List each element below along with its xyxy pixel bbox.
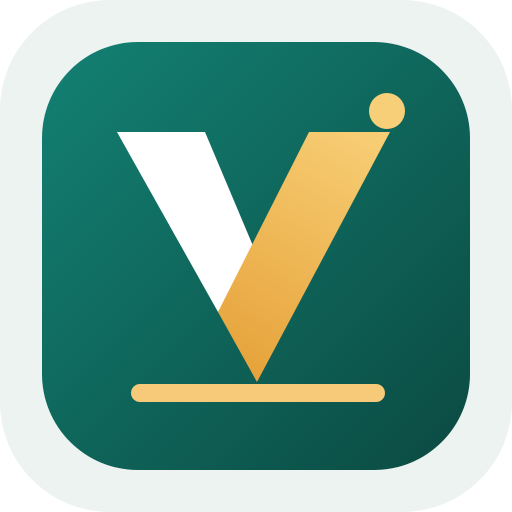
gold-dot: [369, 93, 405, 129]
v-logo-icon: [117, 93, 405, 402]
gold-base-bar: [131, 384, 385, 402]
app-icon-canvas: [0, 0, 512, 512]
